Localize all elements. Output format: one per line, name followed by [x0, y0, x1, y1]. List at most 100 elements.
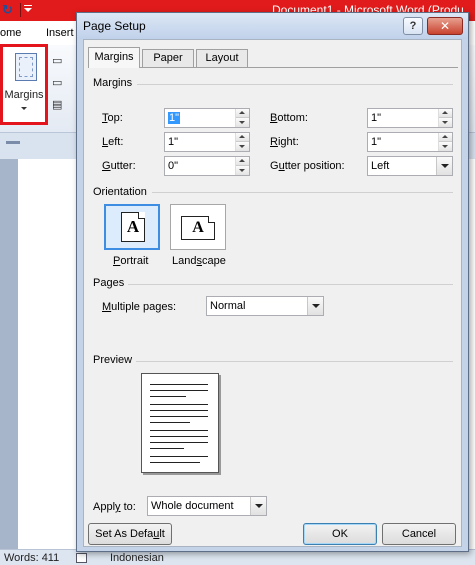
language-indicator[interactable]: Indonesian — [110, 552, 164, 564]
preview-page — [141, 373, 219, 473]
close-button[interactable]: ✕ — [427, 17, 463, 35]
preview-text-line — [150, 384, 208, 385]
gutter-position-label: Gutter position: — [270, 160, 345, 172]
dialog-title-bar[interactable]: Page Setup ? ✕ — [77, 13, 468, 39]
chevron-down-icon[interactable] — [436, 157, 452, 175]
chevron-down-icon[interactable] — [307, 297, 323, 315]
right-label: Right: — [270, 136, 299, 148]
left-margin-value: 1" — [168, 136, 179, 148]
tab-home[interactable]: ome — [0, 27, 21, 39]
gutter-value: 0" — [168, 160, 179, 172]
toolbar-separator — [20, 3, 21, 17]
landscape-label: Landscape — [172, 255, 226, 267]
preview-text-line — [150, 430, 208, 431]
multiple-pages-select[interactable]: Normal — [206, 296, 324, 316]
set-as-default-label: Set As Default — [95, 528, 165, 540]
chevron-down-icon — [21, 107, 27, 110]
landscape-icon-letter: A — [192, 219, 204, 236]
gutter-field[interactable]: 0" — [164, 156, 250, 176]
tab-paper[interactable]: Paper — [142, 49, 194, 67]
customize-toolbar-icon[interactable] — [24, 5, 32, 12]
section-divider — [152, 192, 453, 193]
dialog-title: Page Setup — [83, 19, 146, 33]
portrait-button[interactable]: A — [104, 204, 160, 250]
tab-layout[interactable]: Layout — [196, 49, 248, 67]
bottom-margin-field[interactable]: 1" — [367, 108, 453, 128]
preview-text-line — [150, 422, 190, 423]
margins-button[interactable]: Margins — [0, 44, 48, 125]
section-divider — [136, 361, 453, 362]
margins-section-heading: Margins — [93, 77, 133, 89]
top-label: Top: — [102, 112, 123, 124]
ok-button[interactable]: OK — [303, 523, 377, 545]
orientation-icon[interactable]: ▭ — [52, 54, 74, 68]
portrait-label: Portrait — [113, 255, 149, 267]
portrait-icon-letter: A — [126, 217, 140, 236]
multiple-pages-label: Multiple pages: — [102, 301, 176, 313]
decrease-icon[interactable] — [236, 118, 249, 127]
undo-icon[interactable]: ↻ — [2, 3, 16, 17]
decrease-icon[interactable] — [236, 142, 249, 151]
page-setup-dialog: Page Setup ? ✕ Margins Paper Layout Marg… — [76, 12, 469, 552]
preview-text-line — [150, 404, 208, 405]
increase-icon[interactable] — [439, 109, 452, 118]
left-margin-field[interactable]: 1" — [164, 132, 250, 152]
margins-icon — [15, 53, 37, 81]
landscape-icon: A — [181, 216, 215, 240]
dialog-body: Margins Paper Layout Margins Top: 1" Bot… — [83, 39, 462, 547]
portrait-icon: A — [121, 212, 145, 242]
pages-section-heading: Pages — [93, 277, 125, 289]
increase-icon[interactable] — [236, 109, 249, 118]
top-spinner — [235, 109, 249, 127]
section-divider — [128, 284, 453, 285]
decrease-icon[interactable] — [236, 166, 249, 175]
ruler-marker — [6, 141, 20, 144]
section-divider — [137, 84, 453, 85]
landscape-button[interactable]: A — [170, 204, 226, 250]
tab-margins[interactable]: Margins — [88, 47, 140, 68]
right-margin-field[interactable]: 1" — [367, 132, 453, 152]
bottom-label: Bottom: — [270, 112, 308, 124]
gutter-label: Gutter: — [102, 160, 136, 172]
orientation-section-heading: Orientation — [93, 186, 147, 198]
cancel-button[interactable]: Cancel — [382, 523, 456, 545]
preview-text-line — [150, 442, 208, 443]
right-spinner — [438, 133, 452, 151]
apply-to-label: Apply to: — [93, 501, 136, 513]
preview-text-line — [150, 436, 208, 437]
chevron-down-icon[interactable] — [250, 497, 266, 515]
top-margin-value: 1" — [168, 112, 181, 124]
word-count[interactable]: Words: 411 — [4, 552, 59, 564]
gutter-spinner — [235, 157, 249, 175]
preview-text-line — [150, 410, 208, 411]
preview-text-line — [150, 448, 184, 449]
margins-button-label: Margins — [4, 89, 44, 101]
preview-text-line — [150, 416, 208, 417]
bottom-margin-value: 1" — [371, 112, 382, 124]
tab-insert[interactable]: Insert — [46, 27, 74, 39]
size-icon[interactable]: ▭ — [52, 76, 74, 90]
gutter-position-value: Left — [371, 160, 390, 172]
apply-to-value: Whole document — [151, 500, 234, 512]
decrease-icon[interactable] — [439, 142, 452, 151]
columns-icon[interactable]: ▤ — [52, 98, 74, 112]
preview-text-line — [150, 462, 200, 463]
left-spinner — [235, 133, 249, 151]
preview-text-line — [150, 390, 208, 391]
increase-icon[interactable] — [439, 133, 452, 142]
help-button[interactable]: ? — [403, 17, 423, 35]
set-as-default-button[interactable]: Set As Default — [88, 523, 172, 545]
top-margin-field[interactable]: 1" — [164, 108, 250, 128]
increase-icon[interactable] — [236, 157, 249, 166]
apply-to-select[interactable]: Whole document — [147, 496, 267, 516]
multiple-pages-value: Normal — [210, 300, 246, 312]
bottom-spinner — [438, 109, 452, 127]
document-page[interactable] — [18, 159, 78, 549]
tab-panel-border — [88, 67, 458, 68]
gutter-position-select[interactable]: Left — [367, 156, 453, 176]
preview-text-line — [150, 396, 186, 397]
preview-text-line — [150, 456, 208, 457]
increase-icon[interactable] — [236, 133, 249, 142]
proofing-icon[interactable] — [76, 553, 87, 563]
decrease-icon[interactable] — [439, 118, 452, 127]
